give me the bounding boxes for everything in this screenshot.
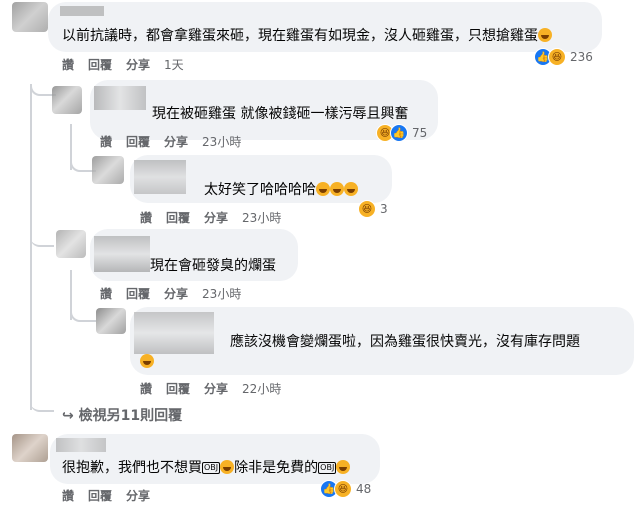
- thread-line-main: [30, 84, 32, 410]
- comment-actions: 讚回覆 分享 23小時: [100, 134, 255, 150]
- avatar[interactable]: [56, 230, 86, 258]
- reply-button[interactable]: 回覆: [166, 210, 190, 226]
- avatar[interactable]: [12, 434, 48, 462]
- comment-text: 現在會砸發臭的爛蛋: [150, 258, 276, 274]
- avatar[interactable]: [92, 156, 124, 184]
- timestamp[interactable]: 23小時: [242, 210, 281, 226]
- thread-line-branch-5: [30, 400, 54, 412]
- comment-actions: 讚回覆 分享 1天: [62, 57, 198, 73]
- avatar[interactable]: [12, 2, 48, 32]
- thread-line-branch-4: [70, 310, 96, 322]
- timestamp[interactable]: 23小時: [202, 286, 241, 302]
- like-button[interactable]: 讚: [140, 210, 152, 226]
- reaction-summary[interactable]: 👍 😆 236: [534, 48, 593, 66]
- timestamp[interactable]: 22小時: [242, 381, 281, 397]
- share-button[interactable]: 分享: [204, 381, 228, 397]
- like-button[interactable]: 讚: [100, 286, 112, 302]
- author-name-blurred[interactable]: [60, 6, 104, 16]
- reply-button[interactable]: 回覆: [126, 134, 150, 150]
- view-more-replies-link[interactable]: ↪ 檢視另11則回覆: [62, 405, 182, 425]
- haha-reaction-icon: 😆: [358, 200, 376, 218]
- timestamp[interactable]: 1天: [164, 57, 184, 73]
- reaction-summary[interactable]: 😆 3: [358, 200, 388, 218]
- comment-actions: 讚回覆 分享 23小時: [140, 210, 295, 226]
- like-button[interactable]: 讚: [140, 381, 152, 397]
- like-reaction-icon: 👍: [390, 124, 408, 142]
- share-button[interactable]: 分享: [204, 210, 228, 226]
- comment-text: 以前抗議時，都會拿雞蛋來砸，現在雞蛋有如現金，沒人砸雞蛋，只想搶雞蛋: [62, 26, 552, 46]
- avatar[interactable]: [96, 308, 126, 334]
- laughing-emoji-icon: [316, 182, 330, 196]
- comment-text: 太好笑了哈哈哈哈: [204, 180, 358, 200]
- avatar[interactable]: [52, 86, 82, 114]
- reaction-summary[interactable]: 😆 👍 75: [376, 124, 427, 142]
- reaction-count: 75: [412, 126, 428, 140]
- reply-button[interactable]: 回覆: [166, 381, 190, 397]
- laughing-emoji-icon: [344, 182, 358, 196]
- thread-line-branch-3: [30, 235, 54, 247]
- laughing-emoji-icon: [330, 182, 344, 196]
- like-button[interactable]: 讚: [62, 57, 74, 73]
- reaction-count: 236: [570, 50, 593, 64]
- share-button[interactable]: 分享: [126, 488, 150, 504]
- author-name-blurred[interactable]: [94, 236, 150, 272]
- comment-actions: 讚回覆 分享 23小時: [100, 286, 255, 302]
- comment-text: 很抱歉，我們也不想買 OBJ 除非是免費的 OBJ: [62, 458, 351, 478]
- object-replacement-glyph: OBJ: [202, 462, 221, 474]
- reaction-count: 3: [380, 202, 388, 216]
- haha-reaction-icon: 😆: [548, 48, 566, 66]
- author-name-blurred[interactable]: [134, 312, 214, 354]
- haha-reaction-icon: 😆: [334, 480, 352, 498]
- like-button[interactable]: 讚: [100, 134, 112, 150]
- comment-actions: 讚回覆 分享: [62, 488, 164, 504]
- like-button[interactable]: 讚: [62, 488, 74, 504]
- author-name-blurred[interactable]: [56, 438, 106, 452]
- laughing-emoji-icon: [336, 460, 351, 474]
- timestamp[interactable]: 23小時: [202, 134, 241, 150]
- comment-text: 應該沒機會變爛蛋啦，因為雞蛋很快賣光，沒有庫存問題: [230, 334, 580, 350]
- share-button[interactable]: 分享: [164, 134, 188, 150]
- reaction-count: 48: [356, 482, 372, 496]
- reaction-summary[interactable]: 👍 😆 48: [320, 480, 371, 498]
- share-button[interactable]: 分享: [164, 286, 188, 302]
- laughing-emoji-icon: [538, 28, 552, 42]
- laughing-emoji-icon: [140, 354, 154, 368]
- share-button[interactable]: 分享: [126, 57, 150, 73]
- comment-actions: 讚回覆 分享 22小時: [140, 381, 295, 397]
- reply-button[interactable]: 回覆: [88, 57, 112, 73]
- reply-button[interactable]: 回覆: [126, 286, 150, 302]
- author-name-blurred[interactable]: [94, 86, 146, 110]
- comment-text: 現在被砸雞蛋 就像被錢砸一樣污辱且興奮: [152, 106, 409, 122]
- author-name-blurred[interactable]: [134, 160, 186, 194]
- laughing-emoji-icon: [220, 460, 235, 474]
- object-replacement-glyph: OBJ: [318, 462, 337, 474]
- reply-button[interactable]: 回覆: [88, 488, 112, 504]
